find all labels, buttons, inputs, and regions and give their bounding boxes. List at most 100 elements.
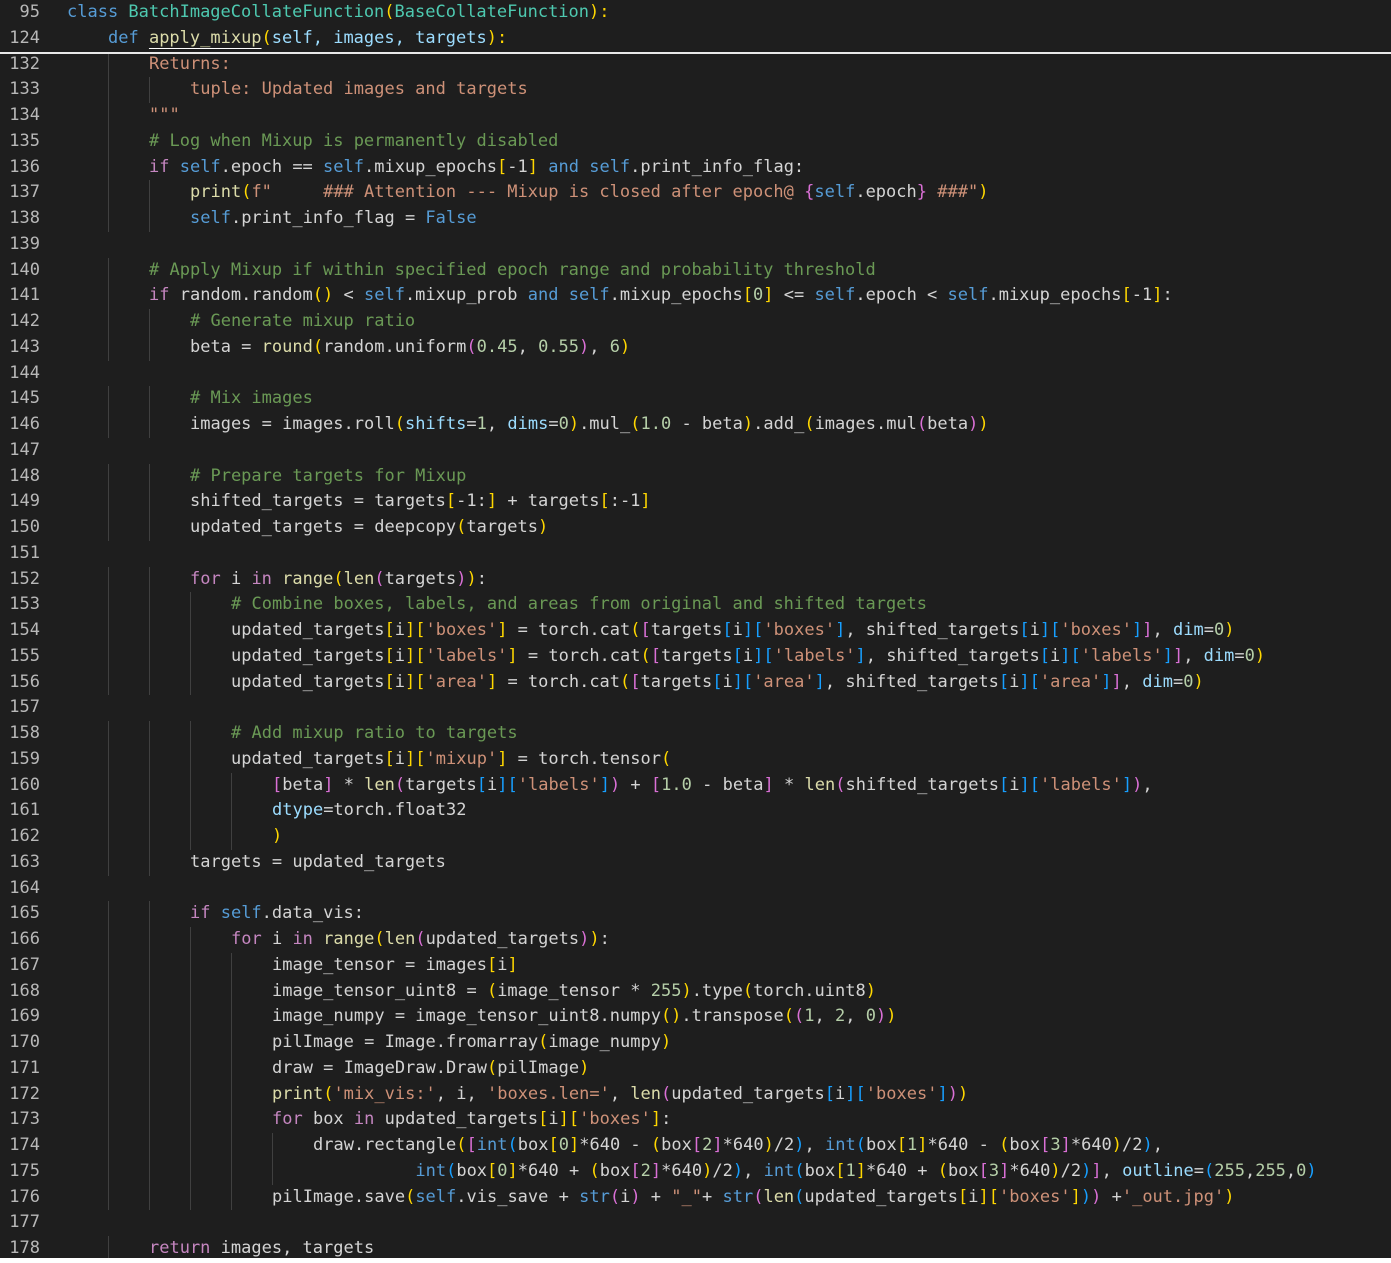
indent-guide [108, 154, 109, 181]
code-token: 'mixup' [425, 748, 498, 769]
line-number: 135 [9, 130, 40, 151]
code-token: .vis_save + [456, 1186, 580, 1207]
code-line[interactable]: 138 self.print_info_flag = False [0, 206, 1391, 232]
indent-guide [108, 1081, 109, 1108]
code-token: ] [497, 748, 508, 769]
code-line[interactable]: 142 # Generate mixup ratio [0, 309, 1391, 335]
indent-guide [190, 643, 191, 670]
sticky-scroll-line[interactable]: 95 class BatchImageCollateFunction(BaseCo… [0, 0, 1391, 26]
code-line[interactable]: 155 updated_targets[i]['labels'] = torch.… [0, 643, 1391, 670]
code-line[interactable]: 154 updated_targets[i]['boxes'] = torch.c… [0, 618, 1391, 644]
code-token: ) [763, 1135, 774, 1155]
code-line[interactable]: 133 tuple: Updated images and targets [0, 77, 1391, 103]
code-line[interactable]: 165 if self.data_vis: [0, 901, 1391, 927]
code-token: 'labels' [773, 645, 856, 666]
code-line[interactable]: 149 shifted_targets = targets[-1:] + targ… [0, 489, 1391, 515]
code-editor[interactable]: 95 class BatchImageCollateFunction(BaseCo… [0, 0, 1391, 1263]
code-line[interactable]: 146 images = images.roll(shifts=1, dims=0… [0, 412, 1391, 438]
code-line[interactable]: 143 beta = round(random.uniform(0.45, 0.5… [0, 334, 1391, 361]
code-token: i [394, 620, 406, 640]
code-token: shifted_targets = targets [190, 491, 446, 512]
indent-guide [190, 1055, 191, 1082]
code-line[interactable]: 169 image_numpy = image_tensor_uint8.nump… [0, 1004, 1391, 1030]
indent-guide [231, 1004, 232, 1030]
code-token: print [272, 1083, 324, 1104]
code-token: ] [405, 671, 416, 692]
code-line[interactable]: 147 [0, 438, 1391, 464]
code-line[interactable]: 174 draw.rectangle([int(box[0]*640 - (box… [0, 1133, 1391, 1159]
code-token: i [968, 1186, 979, 1207]
code-line[interactable]: 176 pilImage.save(self.vis_save + str(i) … [0, 1184, 1391, 1211]
code-token: ) [1091, 1186, 1102, 1207]
line-number: 168 [9, 980, 40, 1001]
code-token: [ [445, 491, 457, 512]
code-line[interactable]: 171 draw = ImageDraw.Draw(pilImage) [0, 1055, 1391, 1082]
code-token: -1: [456, 491, 487, 512]
code-token: i [394, 645, 406, 666]
code-line[interactable]: 132 Returns: [0, 51, 1391, 78]
code-line[interactable]: 170 pilImage = Image.fromarray(image_nump… [0, 1030, 1391, 1056]
code-token: ] [323, 774, 334, 795]
code-line[interactable]: 153 # Combine boxes, labels, and areas fr… [0, 592, 1391, 618]
code-line[interactable]: 163 targets = updated_targets [0, 849, 1391, 876]
line-number: 133 [9, 79, 40, 100]
code-line[interactable]: 172 print('mix_vis:', i, 'boxes.len=', le… [0, 1081, 1391, 1108]
code-line[interactable]: 156 updated_targets[i]['area'] = torch.ca… [0, 669, 1391, 696]
code-token: ) [742, 414, 754, 434]
code-line[interactable]: 177 [0, 1210, 1391, 1236]
code-token: 2 [640, 1160, 651, 1181]
line-number: 175 [9, 1160, 40, 1181]
code-token: ) [456, 568, 467, 589]
code-token: dim [1203, 645, 1235, 666]
code-line[interactable]: 136 if self.epoch == self.mixup_epochs[-1… [0, 154, 1391, 181]
code-line[interactable]: 139 [0, 232, 1391, 258]
code-token: ( [1203, 1160, 1215, 1181]
code-line[interactable]: 141 if random.random() < self.mixup_prob … [0, 283, 1391, 309]
code-token: pilImage = Image.fromarray [272, 1032, 539, 1052]
code-line[interactable]: 151 [0, 541, 1391, 567]
code-line[interactable]: 175 int(box[0]*640 + (box[2]*640)/2), in… [0, 1158, 1391, 1185]
code-line[interactable]: 160 [beta] * len(targets[i]['labels']) + … [0, 772, 1391, 799]
code-line[interactable]: 168 image_tensor_uint8 = (image_tensor * … [0, 978, 1391, 1005]
code-line[interactable]: 159 updated_targets[i]['mixup'] = torch.t… [0, 746, 1391, 773]
code-line[interactable]: 144 [0, 361, 1391, 387]
code-line[interactable]: 150 updated_targets = deepcopy(targets) [0, 515, 1391, 541]
code-line[interactable]: 157 [0, 695, 1391, 721]
indent-guide [231, 1184, 232, 1211]
code-line[interactable]: 173 for box in updated_targets[i]['boxes'… [0, 1107, 1391, 1133]
code-token: if [190, 903, 221, 924]
code-token: [ [763, 645, 774, 666]
indent-guide [108, 309, 109, 335]
line-number: 164 [9, 877, 40, 898]
code-line[interactable]: 148 # Prepare targets for Mixup [0, 463, 1391, 490]
line-number: 161 [9, 800, 40, 821]
code-line[interactable]: 140 # Apply Mixup if within specified epo… [0, 257, 1391, 284]
code-line[interactable]: 158 # Add mixup ratio to targets [0, 721, 1391, 747]
code-token: () [660, 1006, 682, 1027]
code-token: 'boxes' [763, 620, 836, 640]
code-token: 255 [1255, 1160, 1286, 1181]
code-token: , [589, 336, 610, 357]
code-token: : [599, 929, 610, 949]
code-token: i [732, 620, 743, 640]
code-token: [ [497, 156, 508, 177]
code-line[interactable]: 166 for i in range(len(updated_targets)): [0, 927, 1391, 953]
code-token: image_tensor_uint8 = [272, 980, 487, 1001]
code-line[interactable]: 164 [0, 876, 1391, 902]
code-token: 'labels' [517, 774, 600, 795]
code-token: [ [824, 1083, 836, 1104]
sticky-scroll-line[interactable]: 124 def apply_mixup(self, images, targets… [0, 25, 1391, 54]
code-token: # Log when Mixup is permanently disabled [149, 130, 559, 151]
code-line[interactable]: 134 """ [0, 103, 1391, 129]
code-token: 3 [988, 1160, 1000, 1181]
code-line[interactable]: 161 dtype=torch.float32 [0, 798, 1391, 824]
code-line[interactable]: 137 print(f" ### Attention --- Mixup is c… [0, 180, 1391, 206]
code-line[interactable]: 135 # Log when Mixup is permanently disab… [0, 128, 1391, 155]
indent-guide [149, 1081, 150, 1108]
code-line[interactable]: 145 # Mix images [0, 386, 1391, 412]
line-number: 145 [9, 388, 40, 409]
code-line[interactable]: 162) [0, 824, 1391, 850]
indent-guide [108, 334, 109, 361]
code-line[interactable]: 167 image_tensor = images[i] [0, 952, 1391, 979]
code-line[interactable]: 152 for i in range(len(targets)): [0, 566, 1391, 593]
